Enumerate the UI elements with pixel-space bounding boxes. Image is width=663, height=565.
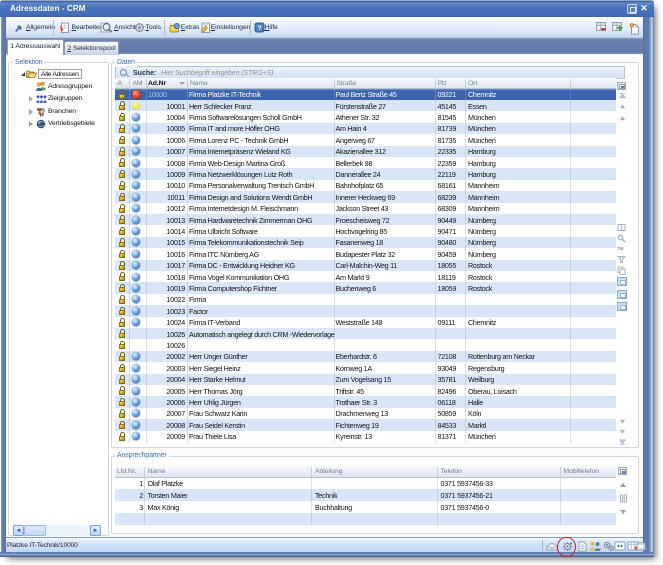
svg-text:?: ? <box>257 23 262 32</box>
